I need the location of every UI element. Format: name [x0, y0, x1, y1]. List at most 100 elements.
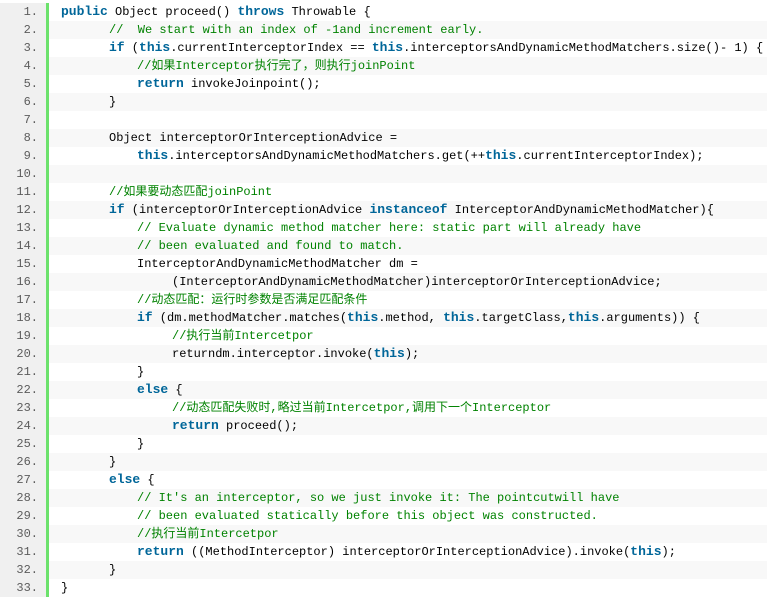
code-line: 24. return proceed(); — [0, 417, 767, 435]
line-number: 4. — [0, 57, 49, 75]
code-token: Throwable { — [284, 5, 371, 19]
code-line: 26.} — [0, 453, 767, 471]
keyword: else — [109, 472, 141, 487]
code-token: { — [140, 473, 155, 487]
code-line: 9. this.interceptorsAndDynamicMethodMatch… — [0, 147, 767, 165]
keyword: this — [371, 40, 404, 55]
code-text: if (dm.methodMatcher.matches(this.method… — [49, 309, 767, 327]
code-text: //执行当前Intercetpor — [49, 525, 767, 543]
code-line: 30. //执行当前Intercetpor — [0, 525, 767, 543]
code-token: InterceptorAndDynamicMethodMatcher dm = — [137, 257, 418, 271]
code-token: .currentInterceptorIndex == — [170, 41, 372, 55]
keyword: this — [630, 544, 662, 559]
code-line: 4. //如果Interceptor执行完了，则执行joinPoint — [0, 57, 767, 75]
code-text: // been evaluated and found to match. — [49, 237, 767, 255]
code-line: 17. //动态匹配：运行时参数是否满足匹配条件 — [0, 291, 767, 309]
keyword: this — [373, 346, 405, 361]
code-line: 5. return invokeJoinpoint(); — [0, 75, 767, 93]
line-number: 16. — [0, 273, 49, 291]
line-number: 28. — [0, 489, 49, 507]
code-text: //如果要动态匹配joinPoint — [49, 183, 767, 201]
code-text: // We start with an index of -1and incre… — [49, 21, 767, 39]
code-line: 11. //如果要动态匹配joinPoint — [0, 183, 767, 201]
code-line: 19. //执行当前Intercetpor — [0, 327, 767, 345]
line-number: 20. — [0, 345, 49, 363]
line-number: 10. — [0, 165, 49, 183]
code-token: } — [109, 95, 117, 109]
keyword: this — [485, 148, 517, 163]
code-text: if (interceptorOrInterceptionAdvice inst… — [49, 201, 767, 219]
code-text: return invokeJoinpoint(); — [49, 75, 767, 93]
code-token: } — [61, 581, 69, 595]
code-line: 6.} — [0, 93, 767, 111]
code-token: Object interceptorOrInterceptionAdvice = — [109, 131, 398, 145]
code-token: invokeJoinpoint(); — [183, 77, 321, 91]
code-line: 25.} — [0, 435, 767, 453]
comment: //动态匹配：运行时参数是否满足匹配条件 — [137, 293, 368, 307]
code-token: ); — [661, 545, 676, 559]
code-listing: 1. public Object proceed() throws Throwab… — [0, 3, 767, 597]
comment: // been evaluated statically before this… — [137, 509, 598, 523]
code-text: this.interceptorsAndDynamicMethodMatcher… — [49, 147, 767, 165]
line-number: 27. — [0, 471, 49, 489]
code-token: { — [168, 383, 183, 397]
line-number: 22. — [0, 381, 49, 399]
code-text: } — [49, 93, 767, 111]
code-text: //动态匹配失败时,略过当前Intercetpor,调用下一个Intercept… — [49, 399, 767, 417]
comment: // been evaluated and found to match. — [137, 239, 404, 253]
line-number: 8. — [0, 129, 49, 147]
code-line: 31. return ((MethodInterceptor) intercept… — [0, 543, 767, 561]
code-text: else { — [49, 471, 767, 489]
comment: // It's an interceptor, so we just invok… — [137, 491, 620, 505]
keyword: this — [443, 310, 475, 325]
code-line: 1. public Object proceed() throws Throwab… — [0, 3, 767, 21]
keyword: this — [567, 310, 600, 325]
code-token: .currentInterceptorIndex); — [516, 149, 704, 163]
code-line: 3. if (this.currentInterceptorIndex == th… — [0, 39, 767, 57]
code-text: //如果Interceptor执行完了，则执行joinPoint — [49, 57, 767, 75]
line-number: 26. — [0, 453, 49, 471]
code-text: (InterceptorAndDynamicMethodMatcher)inte… — [49, 273, 767, 291]
line-number: 1. — [0, 3, 49, 21]
code-token: } — [137, 437, 145, 451]
code-token: proceed(); — [218, 419, 299, 433]
line-number: 2. — [0, 21, 49, 39]
code-text: } — [49, 363, 767, 381]
line-number: 7. — [0, 111, 49, 129]
keyword: if — [137, 310, 153, 325]
code-line: 28. // It's an interceptor, so we just in… — [0, 489, 767, 507]
line-number: 15. — [0, 255, 49, 273]
code-token: (interceptorOrInterceptionAdvice — [124, 203, 370, 217]
code-line: 7. — [0, 111, 767, 129]
line-number: 13. — [0, 219, 49, 237]
keyword: instanceof — [369, 202, 448, 217]
keyword: this — [137, 148, 169, 163]
comment: //如果要动态匹配joinPoint — [109, 185, 273, 199]
line-number: 23. — [0, 399, 49, 417]
code-line: 29. // been evaluated statically before t… — [0, 507, 767, 525]
code-line: 21.} — [0, 363, 767, 381]
code-token: (dm.methodMatcher.matches( — [152, 311, 348, 325]
code-token: } — [137, 365, 145, 379]
code-line: 32.} — [0, 561, 767, 579]
code-text: } — [49, 453, 767, 471]
keyword: return — [137, 544, 184, 559]
code-token: .interceptorsAndDynamicMethodMatchers.ge… — [168, 149, 486, 163]
keyword: this — [347, 310, 379, 325]
code-text — [49, 165, 767, 183]
keyword: if — [109, 40, 125, 55]
code-line: 13. // Evaluate dynamic method matcher he… — [0, 219, 767, 237]
line-number: 32. — [0, 561, 49, 579]
code-token: .interceptorsAndDynamicMethodMatchers.si… — [403, 41, 764, 55]
code-text: //动态匹配：运行时参数是否满足匹配条件 — [49, 291, 767, 309]
code-line: 10. — [0, 165, 767, 183]
keyword: else — [137, 382, 169, 397]
line-number: 12. — [0, 201, 49, 219]
code-text: } — [49, 579, 767, 597]
code-text: //执行当前Intercetpor — [49, 327, 767, 345]
code-line: 8. Object interceptorOrInterceptionAdvice… — [0, 129, 767, 147]
code-line: 23. //动态匹配失败时,略过当前Intercetpor,调用下一个Interc… — [0, 399, 767, 417]
keyword: if — [109, 202, 125, 217]
keyword: return — [172, 418, 219, 433]
code-token: (InterceptorAndDynamicMethodMatcher)inte… — [172, 275, 662, 289]
